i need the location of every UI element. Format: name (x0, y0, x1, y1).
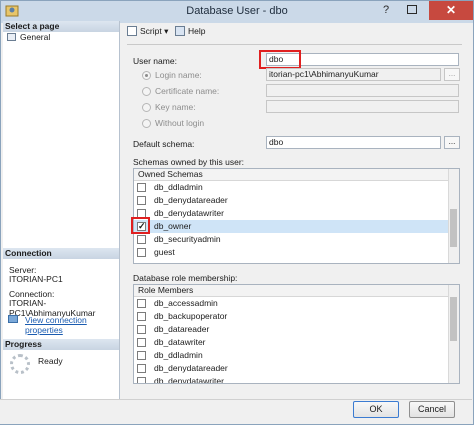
maximize-icon[interactable] (399, 1, 425, 19)
role-name: db_datawriter (154, 337, 206, 347)
role-checkbox[interactable] (137, 338, 146, 347)
role-row[interactable]: db_ddladmin (134, 349, 459, 362)
schemas-scrollbar[interactable] (448, 169, 459, 263)
schema-name: db_owner (154, 221, 192, 231)
schemas-column-header: Owned Schemas (134, 169, 459, 181)
page-general[interactable]: General (20, 32, 50, 42)
schema-row[interactable]: db_securityadmin (134, 233, 459, 246)
default-schema-field[interactable]: dbo (266, 136, 441, 149)
role-checkbox[interactable] (137, 312, 146, 321)
schema-checkbox[interactable] (137, 196, 146, 205)
role-checkbox[interactable] (137, 377, 146, 383)
schema-row[interactable]: ✓ db_owner (134, 220, 459, 233)
login-name-field[interactable]: itorian-pc1\AbhimanyuKumar (266, 68, 441, 81)
schema-name: guest (154, 247, 175, 257)
schema-name: db_denydatareader (154, 195, 228, 205)
roles-scroll-thumb[interactable] (450, 297, 457, 341)
login-name-label: Login name: (155, 70, 202, 80)
role-row[interactable]: db_datawriter (134, 336, 459, 349)
schema-row[interactable]: db_denydatareader (134, 194, 459, 207)
roles-column-header: Role Members (134, 285, 459, 297)
dropdown-arrow-icon[interactable]: ▾ (164, 26, 168, 36)
roles-section-label: Database role membership: (133, 273, 238, 283)
progress-header: Progress (3, 339, 119, 350)
without-login-label: Without login (155, 118, 205, 128)
login-name-browse-button[interactable]: ... (444, 68, 460, 81)
schemas-grid: Owned Schemas db_ddladmin db_denydataread… (133, 168, 460, 264)
without-login-radio[interactable] (142, 119, 151, 128)
schema-row[interactable]: db_ddladmin (134, 181, 459, 194)
select-page-header: Select a page (3, 21, 119, 32)
db-owner-checkbox-highlight (131, 217, 150, 234)
schema-name: db_securityadmin (154, 234, 221, 244)
view-connection-properties-link[interactable]: View connection properties (25, 315, 119, 335)
schema-name: db_denydatawriter (154, 208, 224, 218)
default-schema-label: Default schema: (133, 139, 195, 149)
role-row[interactable]: db_denydatareader (134, 362, 459, 375)
role-row[interactable]: db_backupoperator (134, 310, 459, 323)
left-pane: Select a page General Connection Server:… (3, 21, 120, 399)
button-bar (0, 399, 472, 424)
role-name: db_accessadmin (154, 298, 218, 308)
roles-scrollbar[interactable] (448, 285, 459, 383)
role-checkbox[interactable] (137, 364, 146, 373)
ok-button[interactable]: OK (353, 401, 399, 418)
default-schema-browse-button[interactable]: ... (444, 136, 460, 149)
schema-checkbox[interactable] (137, 235, 146, 244)
login-name-radio[interactable] (142, 71, 151, 80)
key-radio[interactable] (142, 103, 151, 112)
schema-row[interactable]: db_denydatawriter (134, 207, 459, 220)
toolbar-separator (127, 44, 462, 45)
cancel-button[interactable]: Cancel (409, 401, 455, 418)
certificate-radio[interactable] (142, 87, 151, 96)
certificate-name-label: Certificate name: (155, 86, 220, 96)
script-icon (127, 26, 137, 36)
certificate-name-field[interactable] (266, 84, 459, 97)
user-name-label: User name: (133, 56, 177, 66)
page-icon (7, 33, 16, 41)
role-row[interactable]: db_denydatawriter (134, 375, 459, 384)
connection-header: Connection (3, 248, 119, 259)
progress-spinner-icon (10, 354, 30, 374)
role-row[interactable]: db_accessadmin (134, 297, 459, 310)
role-name: db_denydatareader (154, 363, 228, 373)
connection-properties-icon (8, 315, 18, 323)
role-checkbox[interactable] (137, 325, 146, 334)
help-button[interactable]: Help (188, 26, 205, 36)
title-bar: Database User - dbo ? ✕ (1, 1, 473, 23)
role-row[interactable]: db_datareader (134, 323, 459, 336)
role-checkbox[interactable] (137, 351, 146, 360)
server-value: ITORIAN-PC1 (9, 274, 63, 284)
roles-grid: Role Members db_accessadmin db_backupoper… (133, 284, 460, 384)
role-name: db_denydatawriter (154, 376, 224, 384)
role-name: db_ddladmin (154, 350, 203, 360)
key-name-field[interactable] (266, 100, 459, 113)
role-name: db_backupoperator (154, 311, 228, 321)
schema-checkbox[interactable] (137, 183, 146, 192)
schema-row[interactable]: guest (134, 246, 459, 259)
schema-name: db_ddladmin (154, 182, 203, 192)
schema-checkbox[interactable] (137, 248, 146, 257)
role-checkbox[interactable] (137, 299, 146, 308)
script-button[interactable]: Script ▾ (140, 26, 168, 37)
help-toolbar-icon (175, 26, 185, 36)
key-name-label: Key name: (155, 102, 196, 112)
close-button[interactable]: ✕ (429, 1, 473, 20)
role-name: db_datareader (154, 324, 210, 334)
user-name-highlight (259, 50, 301, 69)
help-icon[interactable]: ? (373, 1, 399, 19)
schemas-section-label: Schemas owned by this user: (133, 157, 245, 167)
schemas-scroll-thumb[interactable] (450, 209, 457, 247)
progress-status: Ready (38, 356, 63, 366)
